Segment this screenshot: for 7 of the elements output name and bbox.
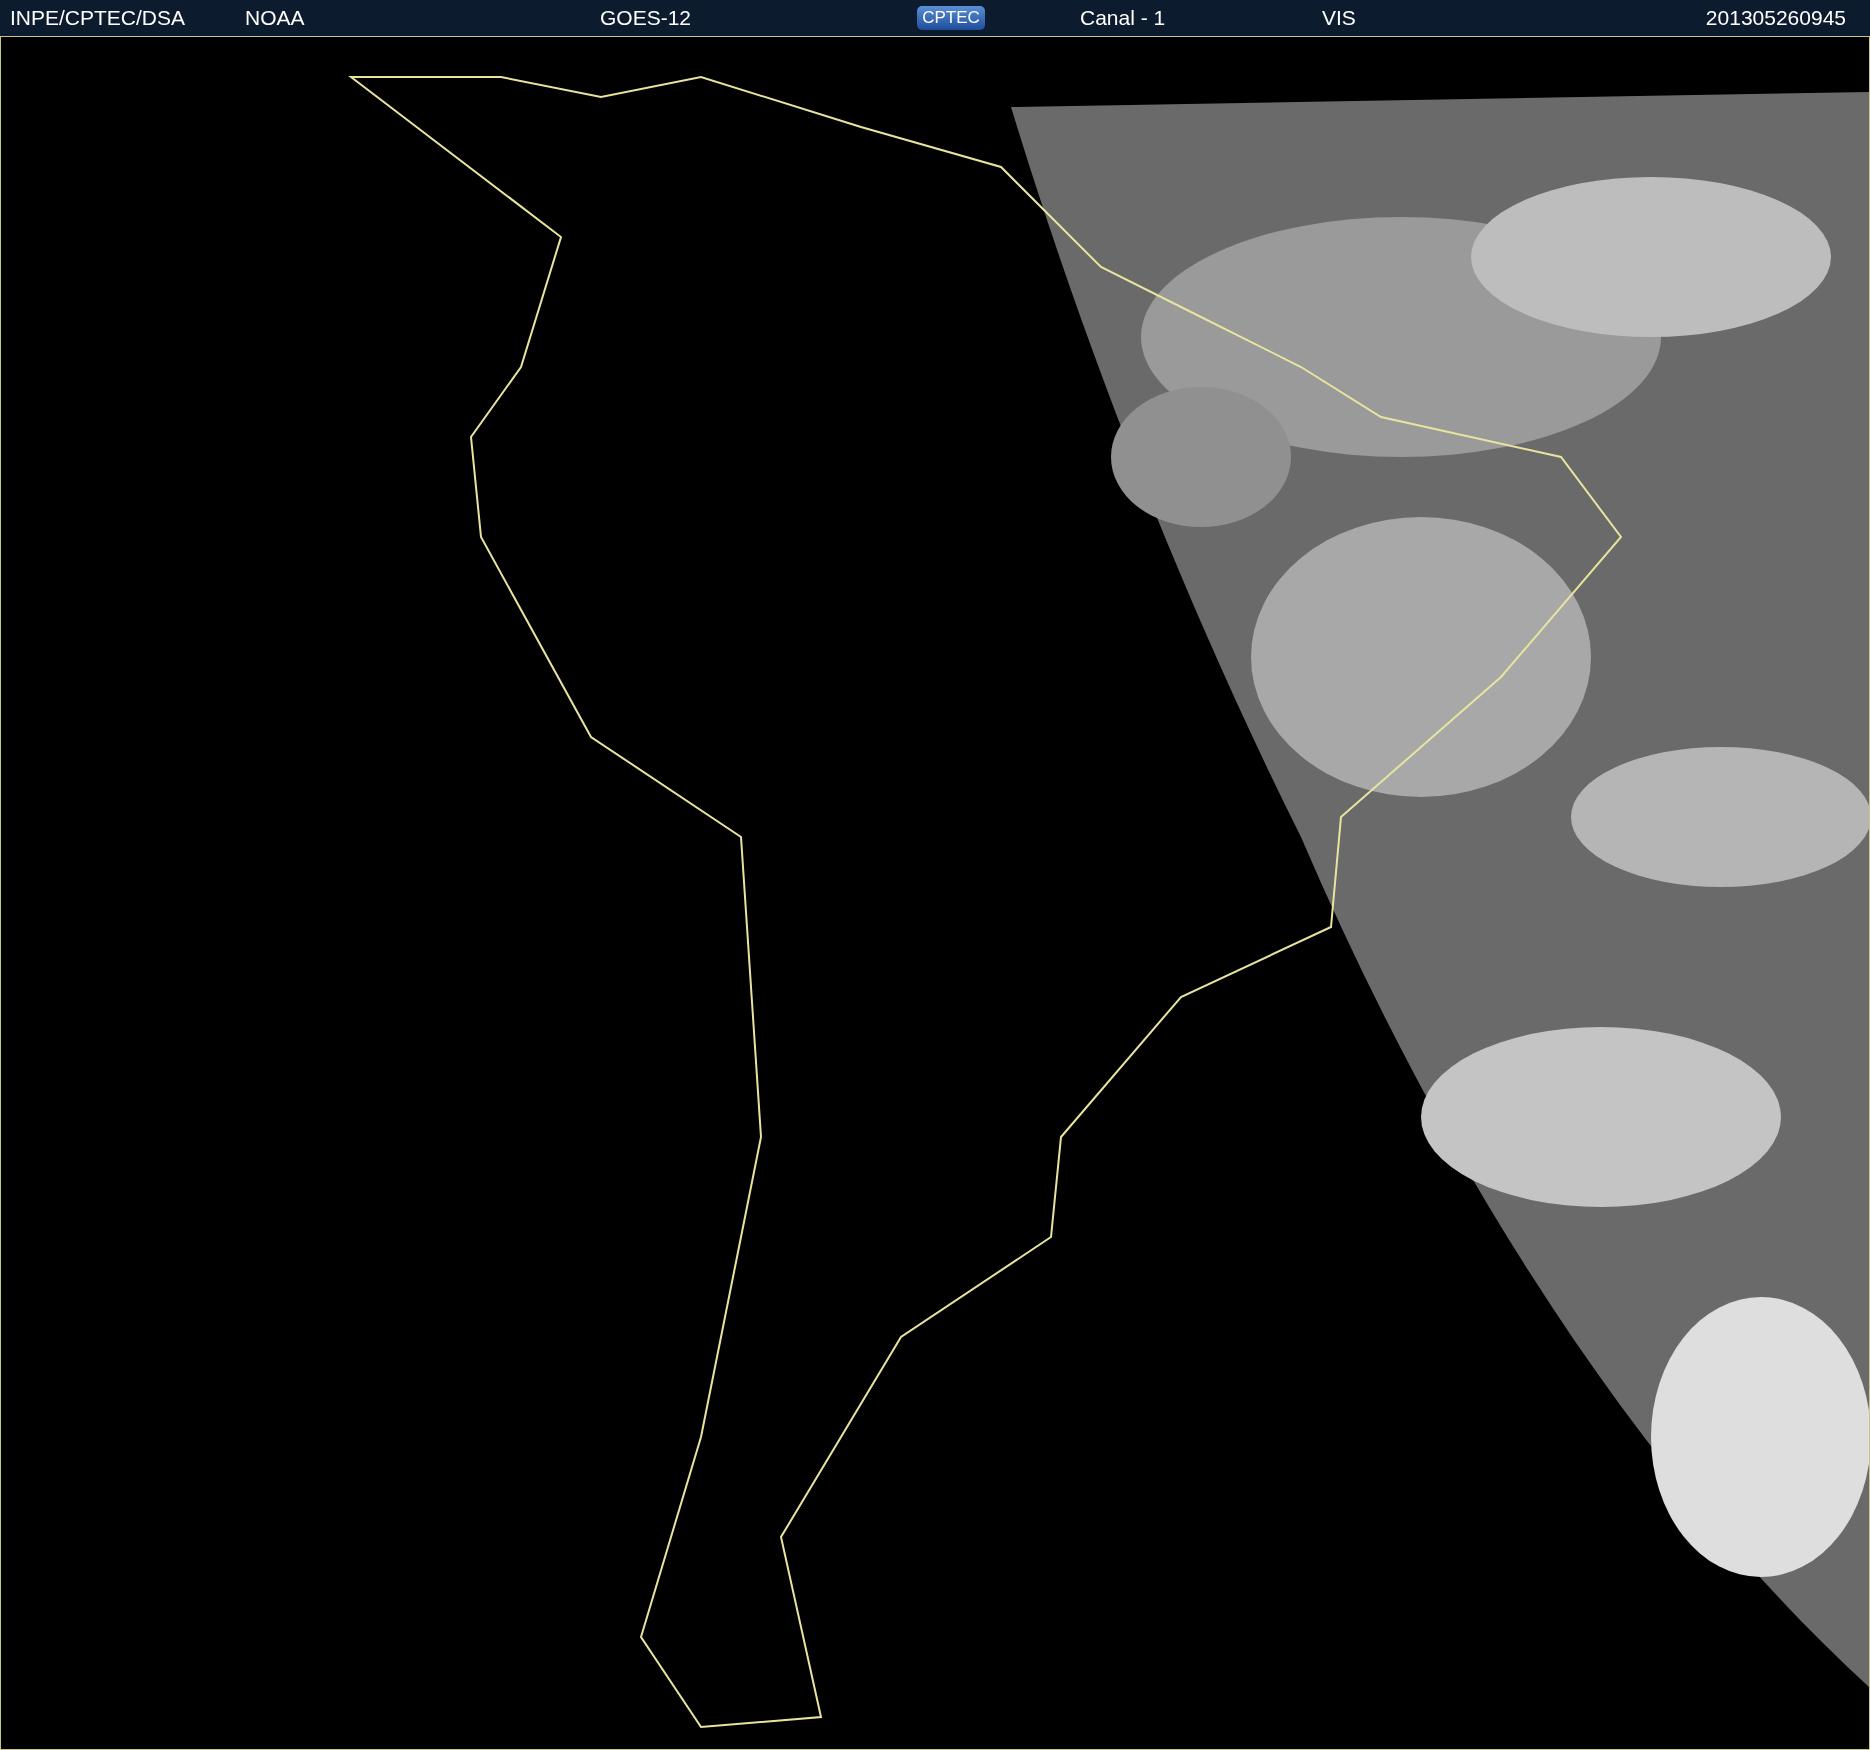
channel-label: Canal - 1: [1080, 6, 1166, 30]
agency-label: NOAA: [245, 6, 305, 30]
source-label: INPE/CPTEC/DSA: [10, 6, 186, 30]
satellite-label: GOES-12: [600, 6, 692, 30]
timestamp-label: 201305260945: [1705, 6, 1846, 30]
band-label: VIS: [1322, 6, 1356, 30]
logo: CPTEC: [917, 6, 985, 30]
